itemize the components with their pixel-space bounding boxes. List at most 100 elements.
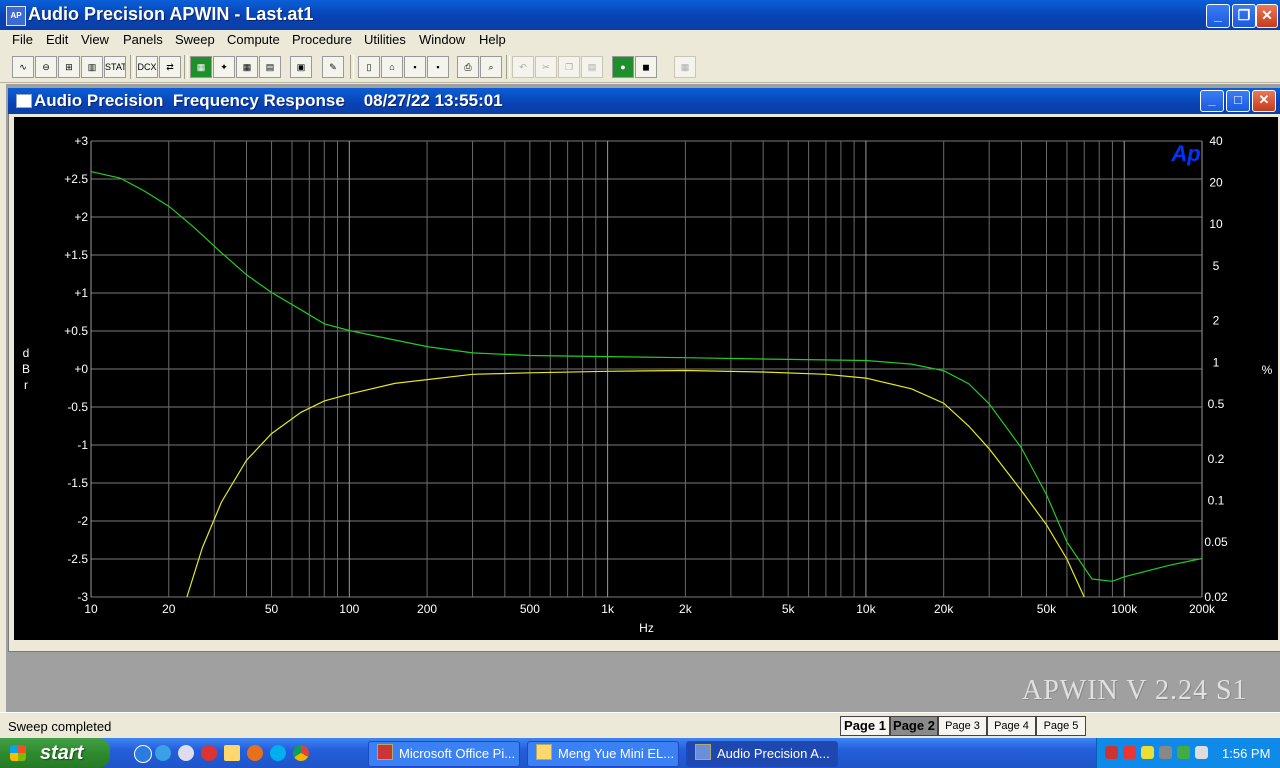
page-tab-1[interactable]: Page 1 [840,716,890,736]
y-right-tick-label: 0.1 [1208,493,1225,507]
x-tick-label: 20 [162,602,176,616]
y-left-tick-label: -0.5 [67,400,88,414]
x-tick-label: 100k [1111,602,1138,616]
menu-window[interactable]: Window [419,32,465,47]
page-tab-5[interactable]: Page 5 [1036,716,1086,736]
digital-io-icon[interactable]: ⊞ [58,56,80,78]
media-player-icon[interactable] [178,745,194,761]
chrome-icon[interactable] [293,745,309,761]
graph-minimize-button[interactable]: _ [1200,90,1224,112]
graph-close-button[interactable]: ✕ [1252,90,1276,112]
y-left-tick-label: -2.5 [67,552,88,566]
menu-utilities[interactable]: Utilities [364,32,406,47]
copy-icon[interactable]: ❐ [558,56,580,78]
x-tick-label: 100 [339,602,359,616]
menu-panels[interactable]: Panels [123,32,163,47]
save-icon[interactable]: ▪ [404,56,426,78]
y-right-tick-label: 10 [1209,217,1223,231]
y-right-tick-label: 0.02 [1204,590,1228,604]
x-tick-label: 50k [1037,602,1057,616]
page-tab-3[interactable]: Page 3 [938,716,987,736]
frequency-response-chart[interactable]: 10 20 50 100 200 500 1k 2k 5k 10k 20k 50k 100k 200k +3… [14,117,1278,640]
graph-window-title-bar[interactable]: Audio Precision Frequency Response 08/27… [8,88,1280,114]
open-folder-icon[interactable]: ⌂ [381,56,403,78]
y-left-tick-label: -2 [77,514,88,528]
y-right-tick-label: 0.2 [1208,452,1225,466]
quicktime-icon[interactable] [201,745,217,761]
task-office-picture[interactable]: Microsoft Office Pi... [368,741,520,767]
toolbar: ∿ ⊖ ⊞ ▥ STAT DCX ⇄ ▦ ✦ ▦ ▤ ▣ ✎ ▯ ⌂ ▪ ▪ ⎙… [0,50,1280,83]
safely-remove-icon[interactable] [1177,746,1190,759]
y-right-tick-label: 0.5 [1208,397,1225,411]
new-file-icon[interactable]: ▯ [358,56,380,78]
graph-maximize-button[interactable]: □ [1226,90,1250,112]
y-left-tick-label: +0.5 [64,324,88,338]
start-label: start [40,742,84,764]
monitor-icon[interactable]: ▣ [290,56,312,78]
menu-view[interactable]: View [81,32,109,47]
apwin-app-icon [695,744,711,760]
x-tick-label: 20k [934,602,954,616]
y-left-tick-label: -1 [77,438,88,452]
print-preview-icon[interactable]: ⌕ [480,56,502,78]
x-tick-label: 10 [84,602,98,616]
stat-bit-icon[interactable]: STAT [104,56,126,78]
bargraph-icon[interactable]: ▥ [81,56,103,78]
minimize-button[interactable]: _ [1206,4,1230,28]
paste-icon[interactable]: ▤ [581,56,603,78]
version-watermark: APWIN V 2.24 S1 [1022,675,1248,706]
security-icon[interactable] [1123,746,1136,759]
menu-edit[interactable]: Edit [46,32,68,47]
apwin-app-icon[interactable]: AP [6,6,26,26]
skype-icon[interactable] [270,745,286,761]
y-left-tick-label: +1.5 [64,248,88,262]
grid-icon[interactable]: ▦ [236,56,258,78]
menu-help[interactable]: Help [479,32,506,47]
folder-icon[interactable] [224,745,240,761]
dcx-icon[interactable]: DCX [136,56,158,78]
audio-precision-logo: Ap [1170,141,1200,166]
email-icon[interactable] [155,745,171,761]
save-all-icon[interactable]: ▪ [427,56,449,78]
page-tab-2[interactable]: Page 2 [890,716,938,736]
x-tick-label: 1k [601,602,615,616]
menu-procedure[interactable]: Procedure [292,32,352,47]
toolbar-separator [506,55,510,79]
graph-window-title: Audio Precision Frequency Response 08/27… [34,91,503,110]
volume-icon[interactable] [1195,746,1208,759]
update-icon[interactable] [1141,746,1154,759]
network-icon[interactable] [1105,746,1118,759]
undo-icon[interactable]: ↶ [512,56,534,78]
task-audio-precision[interactable]: Audio Precision A... [686,741,838,767]
y-right-tick-label: 5 [1213,259,1220,273]
ie-icon[interactable] [134,745,152,763]
y-left-tick-label: +3 [74,134,88,148]
stop-icon[interactable]: ◼ [635,56,657,78]
graph-window-icon [16,94,32,108]
page-tab-4[interactable]: Page 4 [987,716,1036,736]
sweep-icon[interactable]: ✦ [213,56,235,78]
edit-sweep-icon[interactable]: ✎ [322,56,344,78]
y-right-axis-label: % [1262,363,1273,377]
close-button[interactable]: ✕ [1256,4,1278,28]
print-icon[interactable]: ⎙ [457,56,479,78]
firefox-icon[interactable] [247,745,263,761]
device-icon[interactable] [1159,746,1172,759]
keyboard-icon[interactable]: ▦ [674,56,696,78]
analyzer-icon[interactable]: ⊖ [35,56,57,78]
menu-compute[interactable]: Compute [227,32,280,47]
menu-bar: File Edit View Panels Sweep Compute Proc… [0,30,1280,50]
go-icon[interactable]: ● [612,56,634,78]
start-button[interactable]: start [0,738,110,768]
generator-icon[interactable]: ∿ [12,56,34,78]
switcher-icon[interactable]: ⇄ [159,56,181,78]
y-right-tick-label: 0.05 [1204,535,1228,549]
graph-icon[interactable]: ▦ [190,56,212,78]
restore-button[interactable]: ❐ [1232,4,1256,28]
menu-file[interactable]: File [12,32,33,47]
data-list-icon[interactable]: ▤ [259,56,281,78]
menu-sweep[interactable]: Sweep [175,32,215,47]
cut-icon[interactable]: ✂ [535,56,557,78]
task-explorer-folder[interactable]: Meng Yue Mini EL... [527,741,679,767]
x-tick-label: 10k [856,602,876,616]
